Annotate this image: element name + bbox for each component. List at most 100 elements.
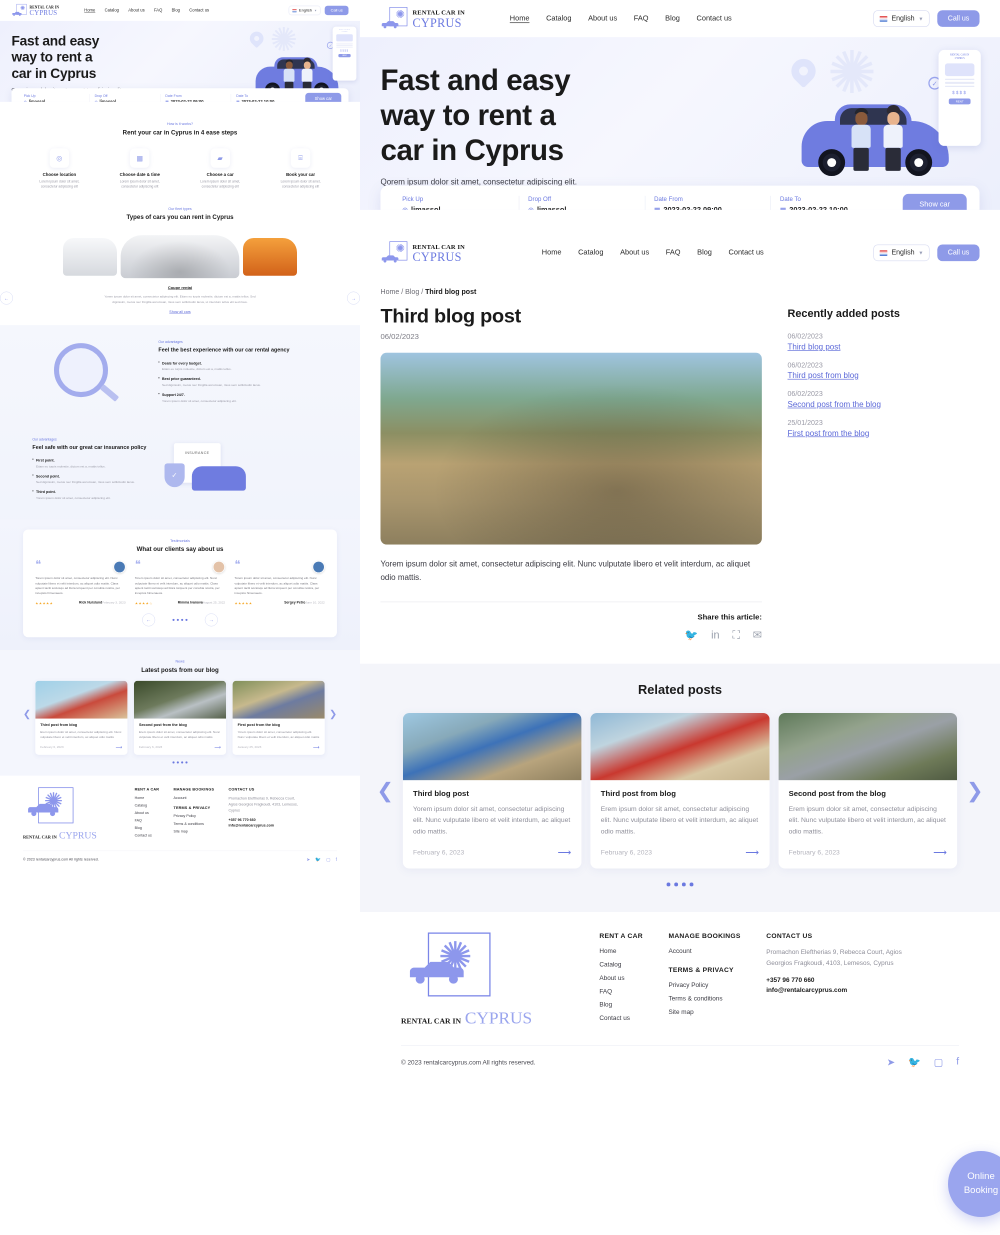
- booking-field-date-to[interactable]: Date To ▦ 2023-02-22 10:00: [231, 94, 301, 102]
- telegram-icon[interactable]: ➤: [887, 1056, 896, 1069]
- show-car-button[interactable]: Show car: [305, 92, 342, 102]
- nav-link-catalog[interactable]: Catalog: [546, 15, 571, 23]
- nav-link-home[interactable]: Home: [542, 249, 562, 257]
- booking-field-date-from[interactable]: Date From ▦ 2023-02-22 09:00: [645, 195, 772, 210]
- carousel-next-button[interactable]: →: [347, 291, 360, 305]
- language-selector[interactable]: English ▼: [288, 5, 321, 16]
- arrow-right-icon[interactable]: ⟶: [214, 744, 221, 750]
- twitter-icon[interactable]: 🐦: [685, 629, 699, 642]
- booking-field-date-to[interactable]: Date To ▦ 2023-02-22 10:00: [771, 196, 896, 210]
- booking-field-dropoff[interactable]: Drop Off ◎ limassol: [519, 195, 646, 210]
- footer-link[interactable]: Site map: [174, 829, 215, 833]
- footer-link[interactable]: Catalog: [599, 961, 643, 968]
- facebook-icon[interactable]: f: [956, 1056, 959, 1069]
- nav-link-contact[interactable]: Contact us: [697, 15, 732, 23]
- nav-link-blog[interactable]: Blog: [172, 8, 180, 12]
- related-prev-button[interactable]: ❮: [377, 778, 394, 802]
- footer-link[interactable]: Privacy Policy: [668, 982, 740, 989]
- language-selector[interactable]: English ▼: [873, 10, 930, 27]
- footer-link[interactable]: Home: [599, 948, 643, 955]
- booking-field-dropoff[interactable]: Drop Off ◎ limassol: [90, 93, 161, 102]
- latest-next-button[interactable]: ❯: [329, 709, 337, 720]
- latest-dots[interactable]: [23, 761, 337, 764]
- footer-link[interactable]: Contact us: [135, 834, 159, 838]
- footer-link[interactable]: Site map: [668, 1009, 740, 1016]
- instagram-icon[interactable]: ▢: [326, 857, 330, 863]
- nav-link-faq[interactable]: FAQ: [154, 8, 162, 12]
- nav-link-home[interactable]: Home: [84, 8, 95, 12]
- breadcrumb-blog[interactable]: Blog: [405, 288, 419, 296]
- blog-card[interactable]: First post from the blog Yorem ipsum dolo…: [232, 680, 325, 755]
- nav-link-faq[interactable]: FAQ: [666, 249, 681, 257]
- nav-link-faq[interactable]: FAQ: [634, 15, 649, 23]
- footer-link[interactable]: Home: [135, 796, 159, 800]
- arrow-right-icon[interactable]: ⟶: [313, 744, 320, 750]
- testimonial-next-button[interactable]: →: [204, 613, 218, 627]
- nav-link-about[interactable]: About us: [620, 249, 649, 257]
- nav-link-about[interactable]: About us: [128, 8, 144, 12]
- footer-link[interactable]: Terms & conditions: [668, 995, 740, 1002]
- footer-link[interactable]: Blog: [135, 826, 159, 830]
- booking-field-date-from[interactable]: Date From ▦ 2023-02-22 09:00: [160, 93, 232, 102]
- telegram-icon[interactable]: ➤: [306, 857, 310, 863]
- nav-link-contact[interactable]: Contact us: [189, 8, 209, 12]
- online-booking-fab[interactable]: Online Booking: [948, 1151, 1000, 1217]
- arrow-right-icon[interactable]: ⟶: [558, 847, 572, 858]
- logo[interactable]: ✺ RENTAL CAR IN CYPRUS: [12, 3, 60, 17]
- instagram-icon[interactable]: ▢: [934, 1056, 944, 1069]
- footer-link[interactable]: About us: [599, 975, 643, 982]
- testimonial-prev-button[interactable]: ←: [142, 613, 156, 627]
- nav-link-home[interactable]: Home: [510, 15, 530, 23]
- call-us-button[interactable]: Call us: [324, 5, 349, 16]
- arrow-right-icon[interactable]: ⟶: [745, 847, 759, 858]
- footer-phone[interactable]: +357 96 770 660: [766, 975, 913, 985]
- blog-card[interactable]: Second post from the blog Erem ipsum dolo…: [133, 680, 227, 755]
- sidebar-post-link[interactable]: Third post from blog: [788, 371, 980, 380]
- footer-link[interactable]: FAQ: [599, 988, 643, 995]
- footer-link[interactable]: Contact us: [599, 1015, 643, 1022]
- nav-link-about[interactable]: About us: [588, 15, 617, 23]
- footer-link[interactable]: Terms & conditions: [174, 822, 215, 826]
- language-selector[interactable]: English ▼: [873, 244, 930, 262]
- linkedin-icon[interactable]: in: [711, 629, 719, 642]
- call-us-button[interactable]: Call us: [937, 10, 980, 27]
- arrow-right-icon[interactable]: ⟶: [933, 847, 947, 858]
- blog-card[interactable]: Third post from blog Erem ipsum dolor sit…: [35, 680, 128, 755]
- booking-field-pickup[interactable]: Pick Up ◎ limassol: [393, 195, 520, 210]
- booking-field-pickup[interactable]: Pick Up ◎ limassol: [19, 93, 90, 102]
- sidebar-post-link[interactable]: First post from the blog: [788, 429, 980, 438]
- footer-email[interactable]: info@rentalcarcyprus.com: [766, 986, 913, 996]
- related-next-button[interactable]: ❯: [966, 778, 983, 802]
- footer-link[interactable]: Catalog: [135, 803, 159, 807]
- nav-link-catalog[interactable]: Catalog: [105, 8, 119, 12]
- facebook-icon[interactable]: f: [336, 857, 337, 863]
- latest-prev-button[interactable]: ❮: [23, 709, 31, 720]
- nav-link-catalog[interactable]: Catalog: [578, 249, 603, 257]
- footer-link[interactable]: Account: [174, 796, 215, 800]
- testimonial-dots[interactable]: [172, 618, 188, 622]
- breadcrumb-home[interactable]: Home: [380, 288, 399, 296]
- show-all-cars-link[interactable]: Show all cars: [0, 310, 360, 314]
- twitter-icon[interactable]: 🐦: [315, 857, 321, 863]
- twitter-icon[interactable]: 🐦: [908, 1056, 921, 1069]
- logo[interactable]: ✺ RENTAL CAR IN CYPRUS: [380, 241, 465, 264]
- related-card[interactable]: Second post from the blog Erem ipsum dolo…: [778, 712, 958, 869]
- footer-link[interactable]: About us: [135, 811, 159, 815]
- footer-link[interactable]: FAQ: [135, 818, 159, 822]
- nav-link-blog[interactable]: Blog: [665, 15, 680, 23]
- related-card[interactable]: Third post from blog Erem ipsum dolor sit…: [590, 712, 770, 869]
- related-dots[interactable]: [360, 882, 1000, 887]
- footer-link[interactable]: Blog: [599, 1002, 643, 1009]
- footer-email[interactable]: info@rentalcarcyprus.com: [229, 823, 305, 829]
- call-us-button[interactable]: Call us: [937, 244, 980, 262]
- nav-link-blog[interactable]: Blog: [697, 249, 712, 257]
- email-icon[interactable]: ✉: [753, 629, 762, 642]
- logo[interactable]: ✺ RENTAL CAR IN CYPRUS: [380, 7, 465, 30]
- facebook-icon[interactable]: ⛶: [732, 629, 740, 642]
- sidebar-post-link[interactable]: Third blog post: [788, 342, 980, 351]
- nav-link-contact[interactable]: Contact us: [729, 249, 764, 257]
- carousel-prev-button[interactable]: ←: [0, 291, 13, 305]
- footer-link[interactable]: Privacy Policy: [174, 814, 215, 818]
- sidebar-post-link[interactable]: Second post from the blog: [788, 400, 980, 409]
- show-car-button[interactable]: Show car: [902, 193, 967, 210]
